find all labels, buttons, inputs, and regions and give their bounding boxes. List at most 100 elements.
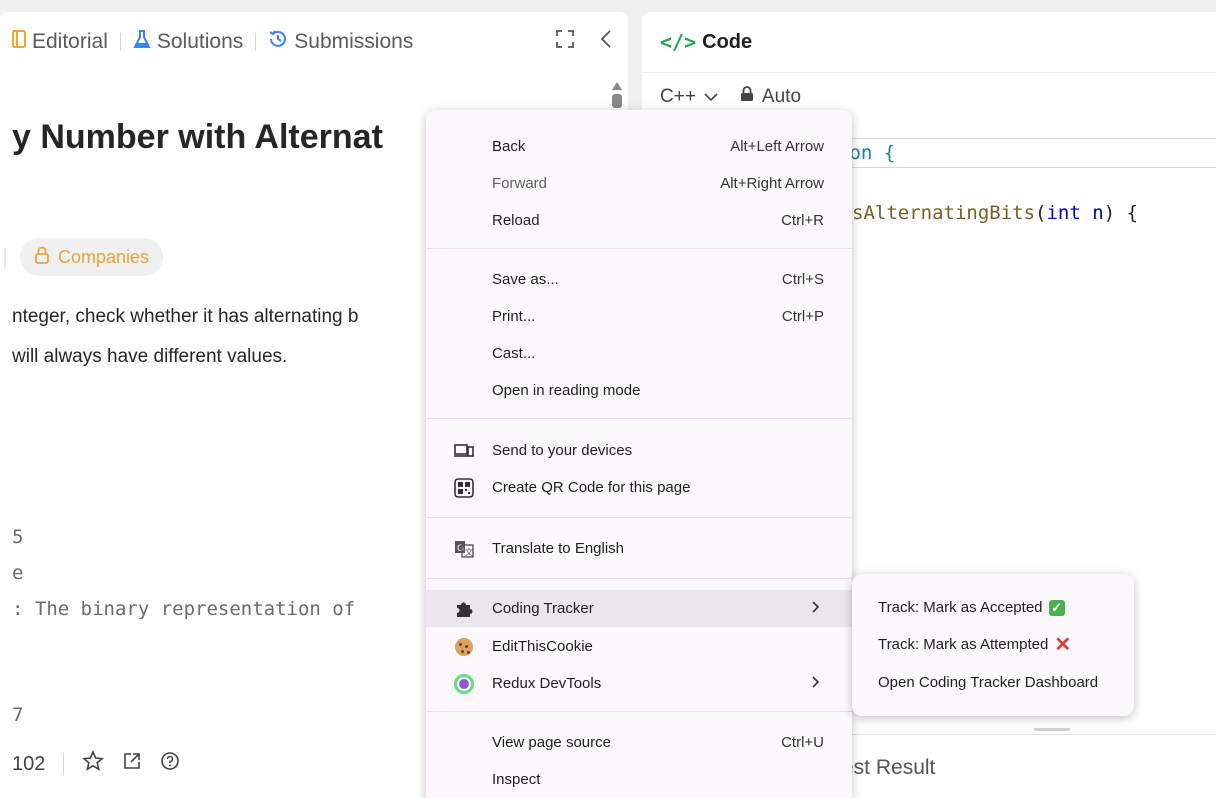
menu-item-shortcut: Ctrl+R — [781, 212, 824, 229]
example-text: 5 — [12, 526, 24, 548]
tab-test-result[interactable]: est Result — [842, 756, 935, 780]
code-panel-title: Code — [702, 30, 753, 53]
header-divider — [642, 72, 1216, 73]
submenu-item-label: Track: Mark as Attempted — [878, 636, 1049, 653]
mode-indicator[interactable]: Auto — [740, 86, 801, 108]
menu-item-label: Redux DevTools — [492, 675, 602, 692]
tab-submissions[interactable]: Submissions — [268, 29, 413, 55]
menu-item-translate[interactable]: G文 Translate to English — [426, 530, 852, 567]
code-line[interactable]: sAlternatingBits(int n) { — [852, 202, 1138, 224]
menu-item-shortcut: Alt+Left Arrow — [730, 138, 824, 155]
tab-editorial-label: Editorial — [32, 30, 108, 53]
share-icon[interactable] — [122, 751, 142, 777]
menu-item-label: EditThisCookie — [492, 638, 593, 655]
companies-label: Companies — [58, 246, 150, 267]
scroll-thumb[interactable] — [612, 94, 622, 108]
menu-item-coding-tracker[interactable]: Coding Tracker — [426, 590, 852, 627]
tab-editorial[interactable]: Editorial — [12, 29, 108, 55]
language-select[interactable]: C++ — [660, 86, 718, 108]
mode-label: Auto — [761, 86, 802, 107]
tab-submissions-label: Submissions — [294, 30, 414, 53]
menu-separator — [426, 248, 852, 249]
menu-item-label: Coding Tracker — [492, 600, 594, 617]
tab-solutions-label: Solutions — [156, 30, 244, 53]
menu-item-print[interactable]: Print... Ctrl+P — [426, 298, 852, 335]
problem-footer: 102 — [12, 749, 180, 778]
footer-divider — [63, 753, 65, 775]
svg-text:文: 文 — [465, 547, 473, 557]
menu-separator — [426, 578, 852, 579]
cookie-icon — [454, 637, 474, 657]
chevron-right-icon — [812, 675, 820, 693]
menu-item-reading-mode[interactable]: Open in reading mode — [426, 372, 852, 409]
editor-toolbar: C++ Auto — [660, 86, 801, 108]
menu-item-label: Send to your devices — [492, 442, 633, 459]
submenu-item-mark-accepted[interactable]: Track: Mark as Accepted ✓ — [878, 599, 1065, 616]
code-token: ) { — [1103, 202, 1139, 224]
check-icon: ✓ — [1048, 599, 1065, 616]
book-icon — [12, 29, 26, 55]
example-text: e — [12, 562, 24, 584]
expand-icon[interactable] — [556, 30, 574, 54]
translate-icon: G文 — [454, 539, 474, 559]
tab-divider — [119, 33, 121, 51]
example-text: 7 — [12, 704, 24, 726]
submenu-item-open-dashboard[interactable]: Open Coding Tracker Dashboard — [878, 674, 1098, 691]
menu-item-label: Open in reading mode — [492, 382, 641, 399]
submenu-item-mark-attempted[interactable]: Track: Mark as Attempted ✕ — [878, 633, 1072, 656]
puzzle-icon — [454, 599, 474, 619]
problem-description: will always have different values. — [12, 346, 288, 367]
menu-item-reload[interactable]: Reload Ctrl+R — [426, 202, 852, 239]
menu-item-view-source[interactable]: View page source Ctrl+U — [426, 724, 852, 761]
code-icon: </> — [660, 30, 697, 54]
language-label: C++ — [660, 86, 696, 107]
menu-item-label: View page source — [492, 734, 611, 751]
menu-item-shortcut: Ctrl+P — [781, 308, 824, 325]
resize-handle[interactable] — [1034, 728, 1070, 731]
lock-icon — [740, 86, 754, 108]
menu-item-forward[interactable]: Forward Alt+Right Arrow — [426, 165, 852, 202]
coding-tracker-submenu: Track: Mark as Accepted ✓ Track: Mark as… — [852, 574, 1134, 716]
menu-item-back[interactable]: Back Alt+Left Arrow — [426, 128, 852, 165]
code-token: n — [1092, 202, 1104, 224]
menu-separator — [426, 517, 852, 518]
menu-item-label: Create QR Code for this page — [492, 479, 691, 496]
menu-item-editthiscookie[interactable]: EditThisCookie — [426, 628, 852, 665]
tab-solutions[interactable]: Solutions — [133, 29, 243, 55]
menu-item-inspect[interactable]: Inspect — [426, 761, 852, 798]
problem-description: nteger, check whether it has alternating… — [12, 306, 359, 327]
flask-icon — [133, 29, 151, 55]
menu-item-qr-code[interactable]: Create QR Code for this page — [426, 469, 852, 506]
menu-item-save-as[interactable]: Save as... Ctrl+S — [426, 261, 852, 298]
menu-item-shortcut: Ctrl+S — [781, 271, 824, 288]
context-menu: Back Alt+Left Arrow Forward Alt+Right Ar… — [426, 110, 852, 798]
submenu-item-label: Track: Mark as Accepted — [878, 599, 1043, 616]
tab-divider — [255, 33, 257, 51]
problem-tabs: Editorial Solutions Submissions — [0, 12, 628, 72]
menu-item-redux-devtools[interactable]: Redux DevTools — [426, 665, 852, 702]
code-header: </> Code — [660, 30, 752, 54]
redux-icon — [454, 673, 474, 694]
menu-item-label: Reload — [492, 212, 540, 229]
cross-icon: ✕ — [1054, 633, 1072, 656]
menu-item-shortcut: Alt+Right Arrow — [720, 175, 824, 192]
example-explanation: : The binary representation of — [12, 598, 356, 620]
menu-item-label: Print... — [492, 308, 536, 325]
like-count: 102 — [12, 752, 46, 775]
star-icon[interactable] — [82, 749, 105, 778]
help-icon[interactable] — [160, 751, 180, 777]
chevron-down-icon — [704, 86, 718, 108]
history-icon — [268, 29, 288, 55]
chevron-right-icon — [812, 600, 820, 618]
menu-item-cast[interactable]: Cast... — [426, 335, 852, 372]
code-token: sAlternatingBits — [852, 202, 1036, 224]
lock-icon — [34, 246, 50, 269]
menu-item-label: Back — [492, 138, 526, 155]
companies-tag[interactable]: Companies — [20, 238, 164, 276]
menu-item-label: Inspect — [492, 771, 541, 788]
qr-code-icon — [454, 477, 474, 498]
devices-icon — [454, 441, 474, 461]
collapse-chevron-icon[interactable] — [600, 30, 612, 54]
menu-item-send-to-devices[interactable]: Send to your devices — [426, 432, 852, 469]
scroll-up-arrow-icon[interactable] — [612, 82, 622, 90]
